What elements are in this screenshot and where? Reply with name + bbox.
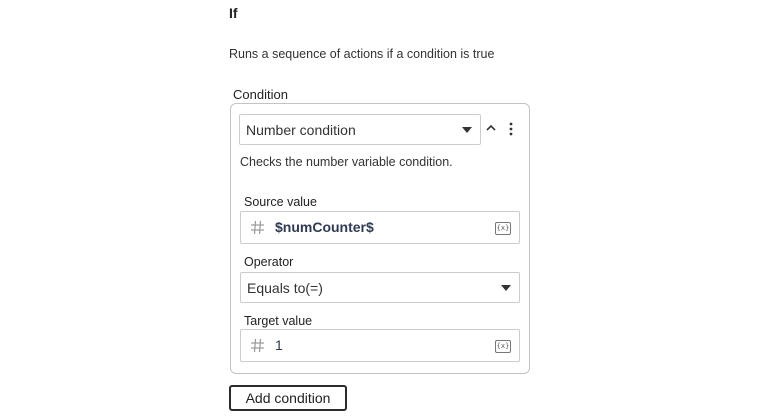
- hash-icon: [251, 220, 264, 235]
- caret-down-icon: [462, 127, 472, 133]
- chevron-up-icon[interactable]: [484, 121, 498, 135]
- condition-type-value: Number condition: [246, 122, 356, 138]
- caret-down-icon: [501, 285, 511, 291]
- action-title: If: [229, 5, 238, 21]
- condition-help-text: Checks the number variable condition.: [240, 155, 453, 169]
- condition-type-dropdown[interactable]: Number condition: [239, 114, 481, 145]
- condition-label: Condition: [233, 87, 288, 102]
- action-description: Runs a sequence of actions if a conditio…: [229, 47, 495, 61]
- more-vertical-icon[interactable]: [506, 121, 516, 137]
- target-value-text: 1: [275, 337, 283, 353]
- hash-icon: [251, 338, 264, 353]
- operator-value: Equals to(=): [247, 280, 323, 296]
- source-value-text: $numCounter$: [275, 219, 374, 235]
- variable-icon[interactable]: {x}: [495, 222, 511, 235]
- source-value-label: Source value: [244, 195, 317, 209]
- variable-icon[interactable]: {x}: [495, 340, 511, 353]
- source-value-input[interactable]: $numCounter$ {x}: [240, 211, 520, 244]
- operator-dropdown[interactable]: Equals to(=): [240, 272, 520, 303]
- target-value-input[interactable]: 1 {x}: [240, 329, 520, 362]
- target-value-label: Target value: [244, 314, 313, 328]
- operator-label: Operator: [244, 255, 294, 269]
- add-condition-button[interactable]: Add condition: [229, 385, 347, 411]
- if-action-panel: If Runs a sequence of actions if a condi…: [0, 0, 765, 419]
